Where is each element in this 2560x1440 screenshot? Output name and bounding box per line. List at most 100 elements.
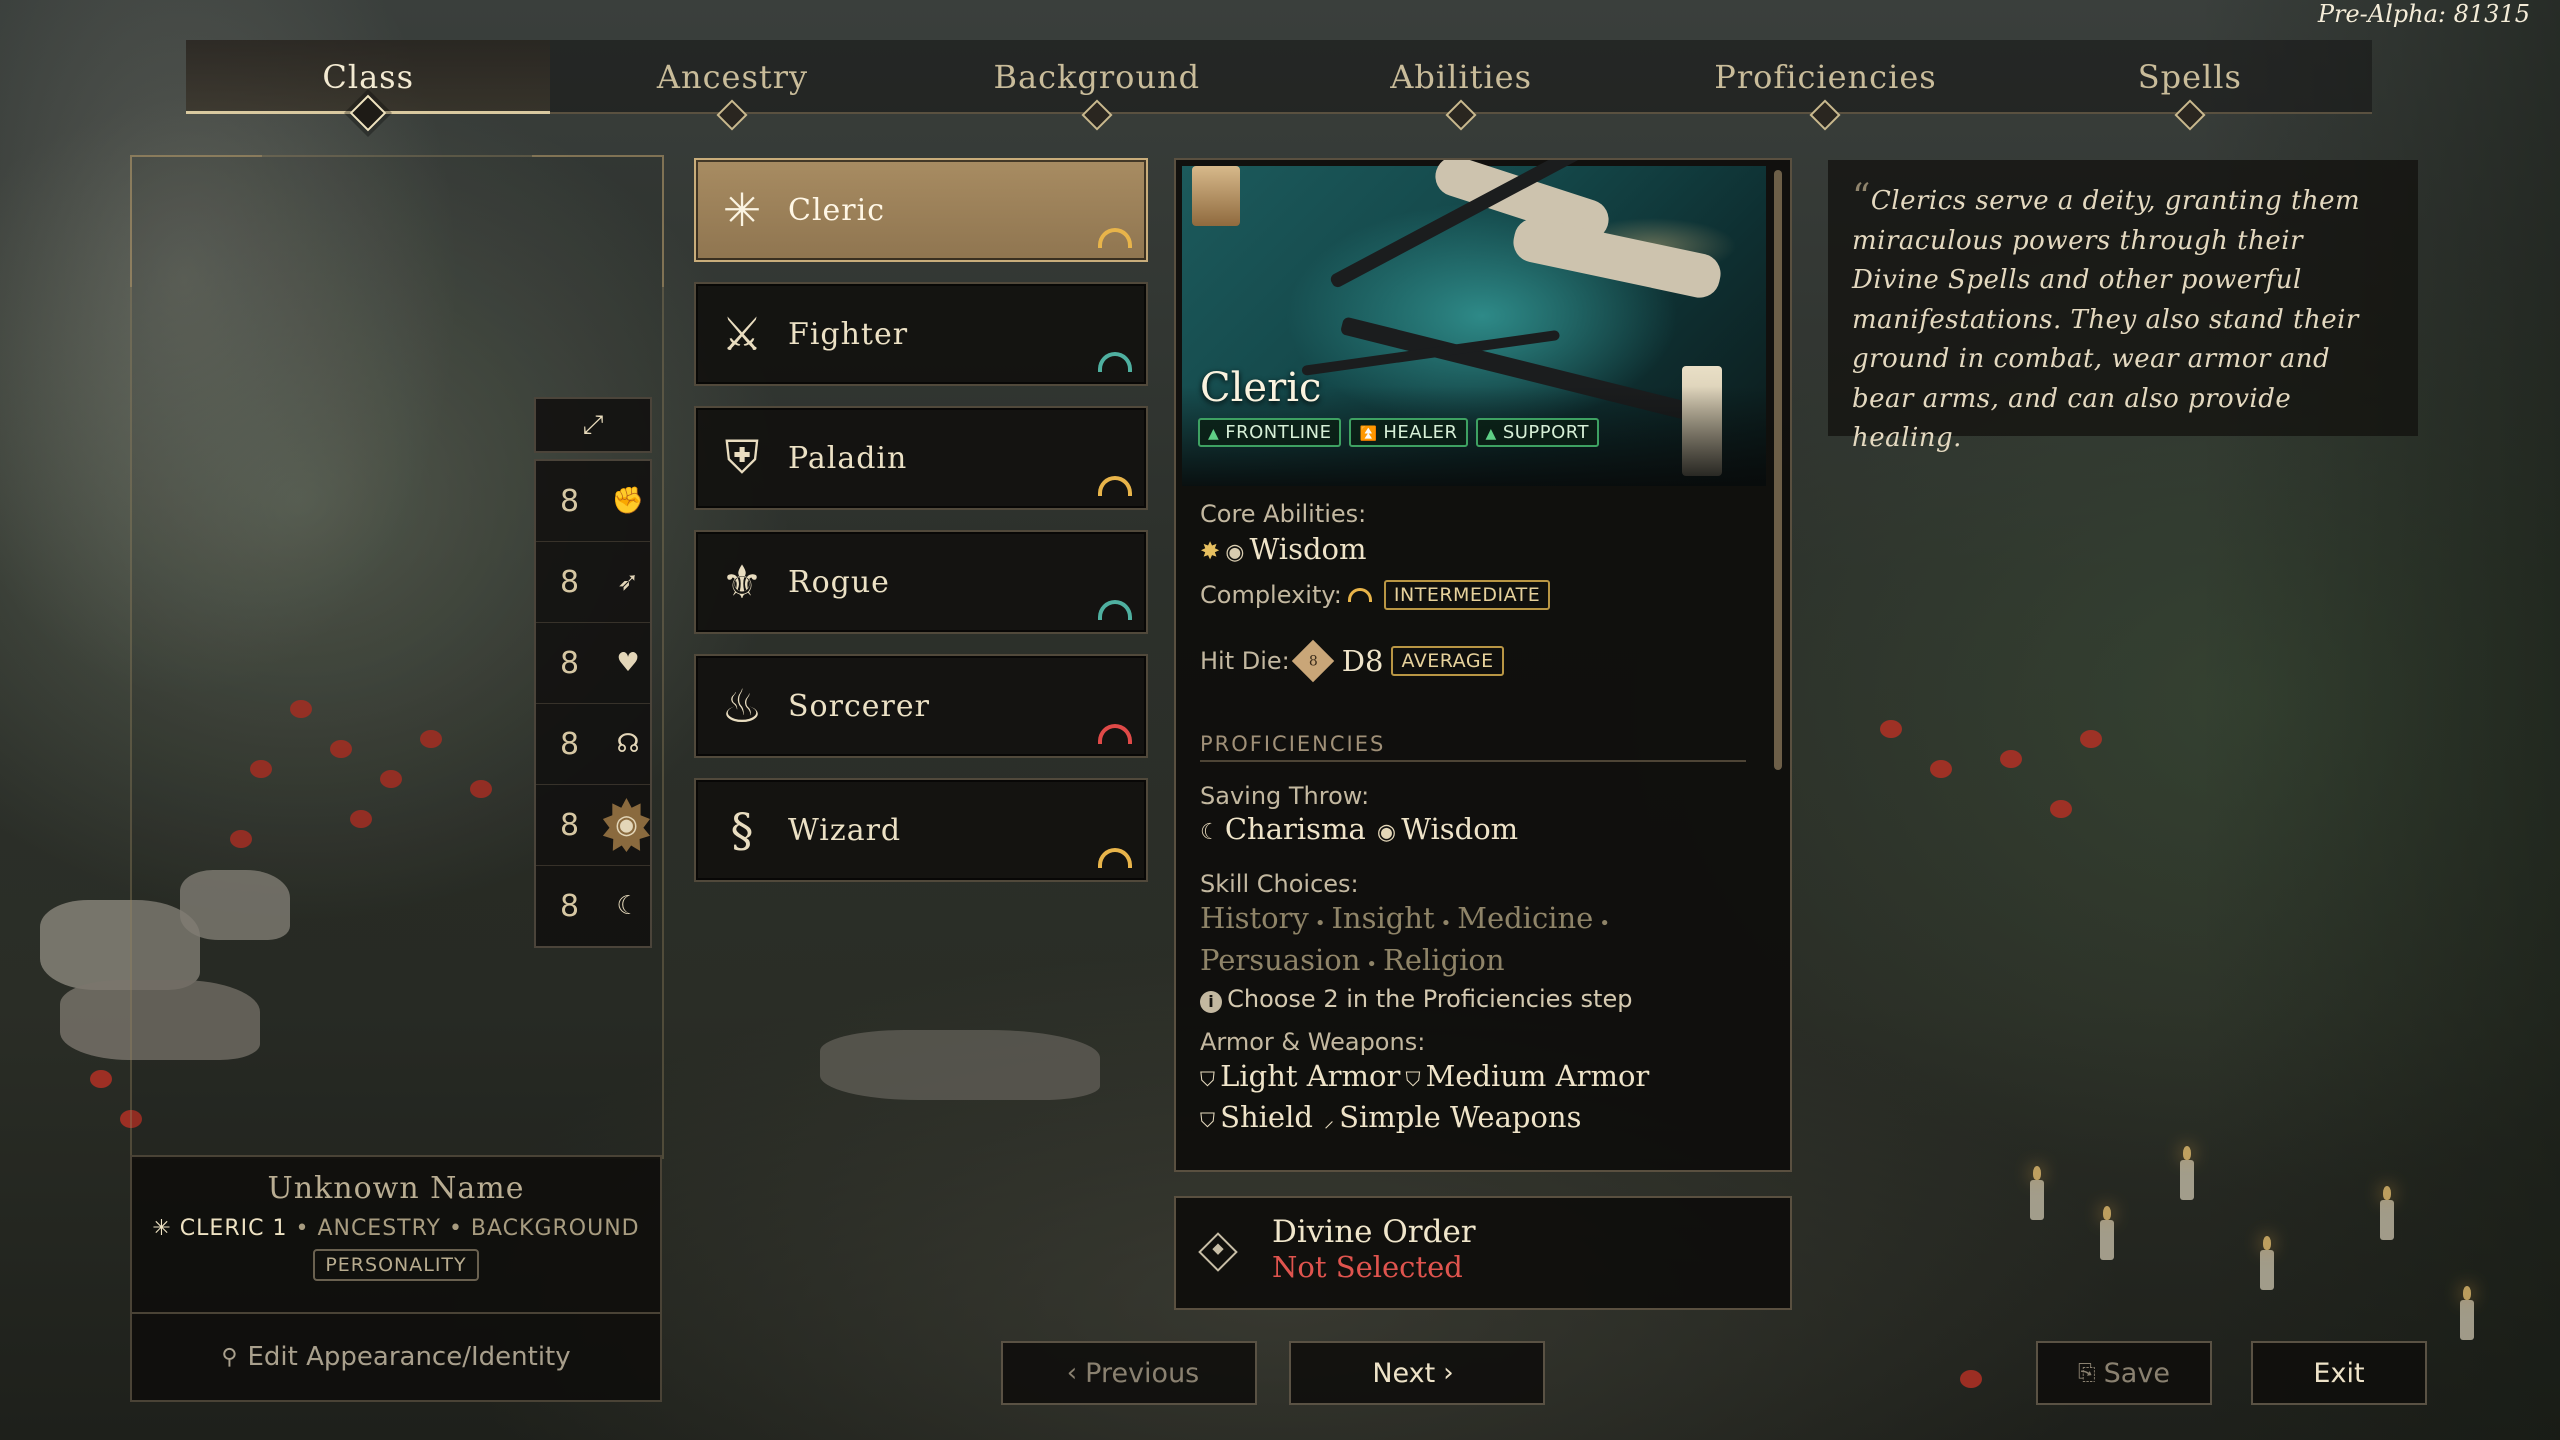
saving-throw-value: Charisma (1224, 812, 1366, 846)
divine-order-status: Not Selected (1272, 1250, 1463, 1284)
ability-score-intelligence[interactable]: 8 ☊ (536, 704, 650, 785)
divine-order-selector[interactable]: Divine Order Not Selected (1174, 1196, 1792, 1310)
hit-die-value: D8 (1341, 644, 1384, 678)
ability-score-wisdom[interactable]: 8 ◉ (536, 785, 650, 866)
tab-class[interactable]: Class (186, 40, 551, 132)
wisdom-icon: ◉ (1376, 820, 1397, 845)
class-label: Wizard (788, 812, 902, 848)
character-nameplate: Unknown Name ✳ CLERIC 1 • ANCESTRY • BAC… (130, 1155, 662, 1314)
role-tag-healer: ⏫ HEALER (1349, 418, 1468, 447)
class-item-wizard[interactable]: § Wizard (694, 778, 1148, 882)
background-placeholder: BACKGROUND (470, 1216, 640, 1241)
armor-item: Light Armor (1220, 1059, 1401, 1093)
separator-dot: • (1440, 912, 1452, 934)
corner-ornament (130, 155, 262, 287)
skill-note: Choose 2 in the Proficiencies step (1227, 985, 1633, 1013)
tab-spells[interactable]: Spells (2007, 40, 2372, 131)
double-arrow-up-icon: ⏫ (1359, 426, 1378, 442)
detail-scrollbar[interactable] (1774, 170, 1782, 770)
save-icon: ⎘ (2078, 1360, 2096, 1386)
tab-label: Spells (2137, 58, 2242, 96)
complexity-row: Complexity: INTERMEDIATE (1200, 580, 1551, 610)
save-button[interactable]: ⎘ Save (2036, 1341, 2212, 1405)
separator-dot: • (295, 1216, 310, 1241)
tab-proficiencies[interactable]: Proficiencies (1643, 40, 2008, 131)
skill-choices-label: Skill Choices: (1200, 870, 1359, 898)
class-description: “Clerics serve a deity, granting them mi… (1828, 160, 2418, 453)
previous-label: Previous (1085, 1357, 1200, 1389)
previous-button[interactable]: ‹ Previous (1001, 1341, 1257, 1405)
role-tags: ▲ FRONTLINE ⏫ HEALER ▲ SUPPORT (1198, 418, 1599, 447)
corner-ornament (532, 155, 664, 287)
class-item-paladin[interactable]: ⛨ Paladin (694, 406, 1148, 510)
paladin-icon: ⛨ (724, 430, 760, 484)
cleric-icon: ✳ (722, 183, 762, 237)
strength-icon: ✊ (611, 486, 645, 516)
charisma-icon: ☾ (1200, 820, 1220, 845)
ability-score-strength[interactable]: 8 ✊ (536, 461, 650, 542)
charisma-icon: ☾ (616, 891, 640, 921)
divine-order-icon (1198, 1232, 1238, 1272)
ability-score-charisma[interactable]: 8 ☾ (536, 866, 650, 946)
personality-badge: PERSONALITY (313, 1249, 479, 1281)
weapon-item: Simple Weapons (1339, 1100, 1582, 1134)
cleric-icon: ✳ (152, 1216, 172, 1241)
ability-score-list: 8 ✊ 8 ➶ 8 ♥ 8 ☊ 8 ◉ 8 ☾ (534, 459, 652, 948)
ability-score-dexterity[interactable]: 8 ➶ (536, 542, 650, 623)
dexterity-icon: ➶ (617, 567, 639, 597)
complexity-gauge-icon (1098, 228, 1132, 248)
tab-abilities[interactable]: Abilities (1278, 40, 1644, 131)
tab-background[interactable]: Background (914, 40, 1279, 131)
saving-throw-section: Saving Throw: ☾ Charisma ◉ Wisdom (1200, 782, 1518, 846)
tab-label: Background (993, 58, 1201, 96)
expand-button[interactable]: ⤢ (534, 397, 652, 453)
class-item-fighter[interactable]: ⚔ Fighter (694, 282, 1148, 386)
core-abilities-section: Core Abilities: ✸ ◉ Wisdom (1200, 500, 1366, 566)
wisdom-eye-icon: ◉ (1225, 540, 1245, 565)
fighter-icon: ⚔ (721, 307, 763, 361)
edit-appearance-button[interactable]: ⚲ Edit Appearance/Identity (130, 1312, 662, 1402)
ability-score-value: 8 (560, 726, 580, 762)
divine-order-title: Divine Order (1272, 1214, 1476, 1250)
class-label: Paladin (788, 440, 908, 476)
role-tag-support: ▲ SUPPORT (1475, 418, 1599, 447)
core-ability-value: Wisdom (1249, 532, 1367, 566)
next-button[interactable]: Next › (1289, 1341, 1545, 1405)
expand-icon: ⤢ (582, 409, 604, 440)
wisdom-icon: ◉ (602, 798, 650, 852)
shield-icon: ⛉ (1200, 1067, 1215, 1091)
chevron-right-icon: › (1443, 1358, 1454, 1388)
skill-option: Persuasion (1200, 942, 1361, 977)
skill-option: History (1200, 901, 1309, 935)
class-item-rogue[interactable]: ⚜ Rogue (694, 530, 1148, 634)
exit-button[interactable]: Exit (2251, 1341, 2427, 1405)
tab-label: Abilities (1390, 58, 1533, 96)
detail-class-title: Cleric (1200, 365, 1322, 411)
class-label: Fighter (788, 316, 909, 352)
ability-score-value: 8 (560, 807, 580, 843)
exit-label: Exit (2313, 1357, 2365, 1389)
skill-option: Insight (1331, 901, 1435, 935)
d8-die-icon: 8 (1291, 639, 1334, 683)
tab-ancestry[interactable]: Ancestry (550, 40, 915, 131)
quote-icon: “ (1852, 177, 1871, 218)
ability-score-value: 8 (560, 564, 580, 600)
wizard-icon: § (730, 803, 754, 857)
shield-icon: ⛉ (1405, 1067, 1421, 1091)
sun-icon: ✸ (1200, 537, 1221, 565)
role-tag-frontline: ▲ FRONTLINE (1198, 418, 1342, 447)
role-tag-label: FRONTLINE (1225, 422, 1332, 443)
character-summary: ✳ CLERIC 1 • ANCESTRY • BACKGROUND (132, 1216, 660, 1241)
ability-score-constitution[interactable]: 8 ♥ (536, 623, 650, 704)
complexity-gauge-icon (1098, 476, 1132, 496)
class-label: Sorcerer (788, 688, 930, 724)
class-item-cleric[interactable]: ✳ Cleric (694, 158, 1148, 262)
complexity-badge: INTERMEDIATE (1383, 580, 1551, 610)
class-list: ✳ Cleric ⚔ Fighter ⛨ Paladin ⚜ Rogue ♨ S… (694, 158, 1148, 902)
ability-scores-panel: ⤢ 8 ✊ 8 ➶ 8 ♥ 8 ☊ 8 ◉ 8 ☾ (534, 397, 652, 948)
ability-score-value: 8 (560, 888, 580, 924)
saving-throw-label: Saving Throw: (1200, 782, 1370, 810)
constitution-icon: ♥ (616, 648, 640, 678)
complexity-gauge-icon (1098, 724, 1132, 744)
class-item-sorcerer[interactable]: ♨ Sorcerer (694, 654, 1148, 758)
